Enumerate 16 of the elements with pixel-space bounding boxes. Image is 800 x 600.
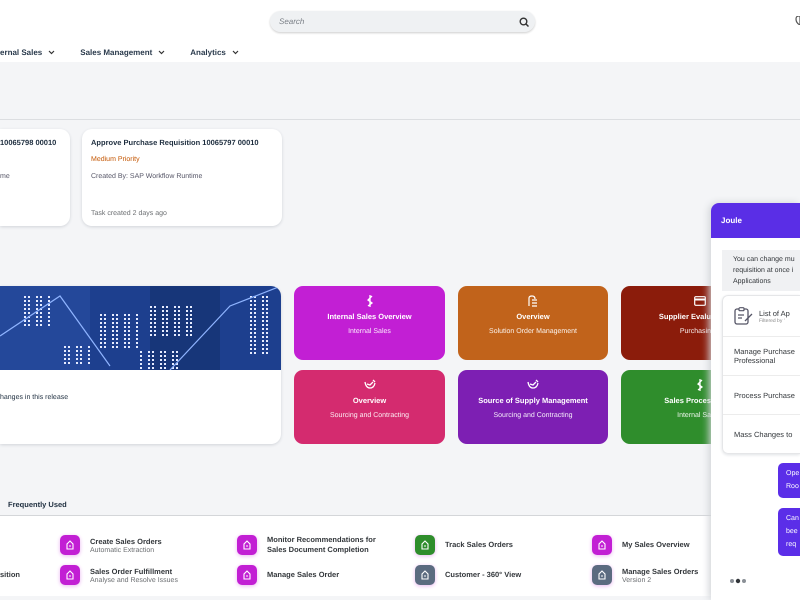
chevron-down-icon [232,50,239,54]
handshake-icon [364,379,376,391]
card-icon [694,295,706,307]
search-icon [519,16,529,26]
chevron-down-icon [48,50,56,54]
document-icon [527,295,539,307]
panel-title: Joule [711,203,800,238]
typing-dots-icon [730,578,746,584]
search-field[interactable]: Search [270,11,535,32]
shield-icon [795,16,800,25]
nav-menu[interactable]: Sales Management [80,48,166,56]
handshake-icon [527,379,539,391]
nav-menu[interactable]: Analytics [190,48,239,56]
chevron-down-icon [158,50,166,54]
clipboard-icon [734,307,753,325]
nav-menu[interactable]: ernal Sales [0,48,56,56]
